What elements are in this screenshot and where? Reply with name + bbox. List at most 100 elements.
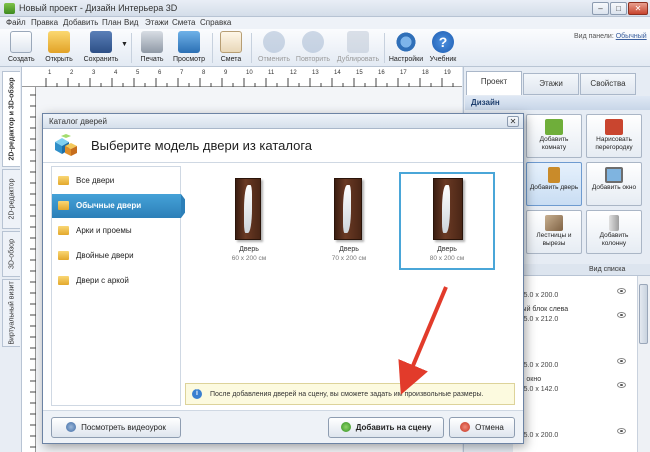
door-name: Дверь <box>339 246 359 253</box>
video-icon <box>66 421 77 432</box>
title-bar: Новый проект - Дизайн Интерьера 3D – □ ✕ <box>0 0 650 17</box>
eye-icon[interactable] <box>617 382 626 388</box>
door-thumbnail[interactable]: Дверь 60 x 200 см <box>201 172 297 270</box>
maximize-button[interactable]: □ <box>610 2 627 15</box>
menu-edit[interactable]: Правка <box>31 18 58 27</box>
duplicate-label: Дублировать <box>336 56 380 63</box>
stairs-button[interactable]: Лестницы и вырезы <box>526 210 582 254</box>
menu-floors[interactable]: Этажи <box>145 18 169 27</box>
door-size: 60 x 200 см <box>231 255 267 262</box>
estimate-label: Смета <box>220 56 242 63</box>
undo-button[interactable]: Отменить <box>256 31 292 63</box>
info-icon: i <box>192 389 202 399</box>
tutorial-label: Учебник <box>429 56 457 63</box>
ruler-number: 6 <box>158 70 162 76</box>
new-label: Создать <box>8 56 35 63</box>
menu-estimate[interactable]: Смета <box>172 18 195 27</box>
add-window-button[interactable]: Добавить окно <box>586 162 642 206</box>
duplicate-button[interactable]: Дублировать <box>336 31 380 63</box>
menu-bar: Файл Правка Добавить План Вид Этажи Смет… <box>0 17 650 29</box>
menu-add[interactable]: Добавить <box>63 18 98 27</box>
category-arched-doors[interactable]: Двери с аркой <box>52 269 181 293</box>
open-folder-icon <box>48 31 70 53</box>
close-button[interactable]: ✕ <box>628 2 648 15</box>
door-thumbnail-selected[interactable]: Дверь 80 x 200 см <box>399 172 495 270</box>
add-to-scene-button[interactable]: Добавить на сцену <box>328 417 444 438</box>
gear-icon <box>395 31 417 53</box>
eye-icon[interactable] <box>617 358 626 364</box>
new-button[interactable]: Создать <box>8 31 35 63</box>
category-regular-doors[interactable]: Обычные двери <box>52 194 190 218</box>
ruler-number: 12 <box>290 70 297 76</box>
folder-icon <box>58 226 69 235</box>
printer-icon <box>141 31 163 53</box>
tutorial-button[interactable]: ? Учебник <box>428 31 458 63</box>
tab-virtual-visit[interactable]: Виртуальный визит <box>2 279 20 347</box>
menu-view[interactable]: Вид <box>124 18 138 27</box>
menu-plan[interactable]: План <box>102 18 121 27</box>
door-icon <box>548 167 560 183</box>
menu-help[interactable]: Справка <box>200 18 231 27</box>
door-image <box>334 178 362 240</box>
settings-button[interactable]: Настройки <box>388 31 424 63</box>
menu-file[interactable]: Файл <box>6 18 26 27</box>
toolbar-separator <box>384 33 385 63</box>
list-view-button[interactable]: Вид списка <box>589 266 625 273</box>
tab-3d-view[interactable]: 3D-обзор <box>2 231 20 277</box>
ruler-number: 17 <box>400 70 407 76</box>
tab-2d-editor[interactable]: 2D-редактор <box>2 169 20 229</box>
tab-2d-3d[interactable]: 2D-редактор и 3D-обзор <box>2 71 20 167</box>
door-catalog-dialog: Каталог дверей ✕ Выберите модель двери и… <box>42 113 524 444</box>
add-column-button[interactable]: Добавить колонну <box>586 210 642 254</box>
save-label: Сохранить <box>83 56 119 63</box>
category-arches[interactable]: Арки и проемы <box>52 219 181 243</box>
new-file-icon <box>10 31 32 53</box>
add-column-label: Добавить колонну <box>599 232 629 247</box>
category-all-doors[interactable]: Все двери <box>52 169 181 193</box>
ruler-number: 5 <box>136 70 140 76</box>
door-thumbnail[interactable]: Дверь 70 x 200 см <box>301 172 397 270</box>
minimize-button[interactable]: – <box>592 2 609 15</box>
cancel-button[interactable]: Отмена <box>449 417 515 438</box>
dialog-close-button[interactable]: ✕ <box>507 116 519 127</box>
add-room-button[interactable]: Добавить комнату <box>526 114 582 158</box>
check-icon <box>340 421 351 432</box>
redo-button[interactable]: Повторить <box>294 31 332 63</box>
dialog-title: Каталог дверей <box>49 117 107 126</box>
panel-view-link[interactable]: Обычный <box>616 33 647 40</box>
redo-icon <box>302 31 324 53</box>
toolbar-separator <box>212 33 213 63</box>
panel-view-label: Вид панели: <box>574 33 614 40</box>
eye-icon[interactable] <box>617 428 626 434</box>
monitor-icon <box>178 31 200 53</box>
preview-label: Просмотр <box>173 56 205 63</box>
add-door-button[interactable]: Добавить дверь <box>526 162 582 206</box>
door-image <box>235 178 261 240</box>
dialog-header: Выберите модель двери из каталога <box>43 129 523 163</box>
draw-partition-button[interactable]: Нарисовать перегородку <box>586 114 642 158</box>
ruler-number: 15 <box>356 70 363 76</box>
category-label: Все двери <box>76 176 115 185</box>
ruler-number: 2 <box>70 70 74 76</box>
column-icon <box>609 215 619 231</box>
door-name: Дверь <box>437 246 457 253</box>
window-icon <box>605 167 623 183</box>
folder-icon <box>58 176 69 185</box>
tab-project[interactable]: Проект <box>466 71 522 95</box>
tab-properties[interactable]: Свойства <box>580 73 636 95</box>
estimate-button[interactable]: Смета <box>218 31 244 63</box>
ruler-number: 13 <box>312 70 319 76</box>
open-button[interactable]: Открыть <box>44 31 74 63</box>
eye-icon[interactable] <box>617 288 626 294</box>
print-button[interactable]: Печать <box>138 31 166 63</box>
save-dropdown-icon[interactable]: ▼ <box>121 41 128 48</box>
preview-button[interactable]: Просмотр <box>172 31 206 63</box>
watch-video-button[interactable]: Посмотреть видеоурок <box>51 417 181 438</box>
undo-label: Отменить <box>258 56 290 63</box>
ruler-number: 11 <box>268 70 275 76</box>
eye-icon[interactable] <box>617 312 626 318</box>
tab-floors[interactable]: Этажи <box>523 73 579 95</box>
category-double-doors[interactable]: Двойные двери <box>52 244 181 268</box>
save-button[interactable]: Сохранить <box>82 31 120 63</box>
scrollbar-thumb[interactable] <box>639 284 648 344</box>
